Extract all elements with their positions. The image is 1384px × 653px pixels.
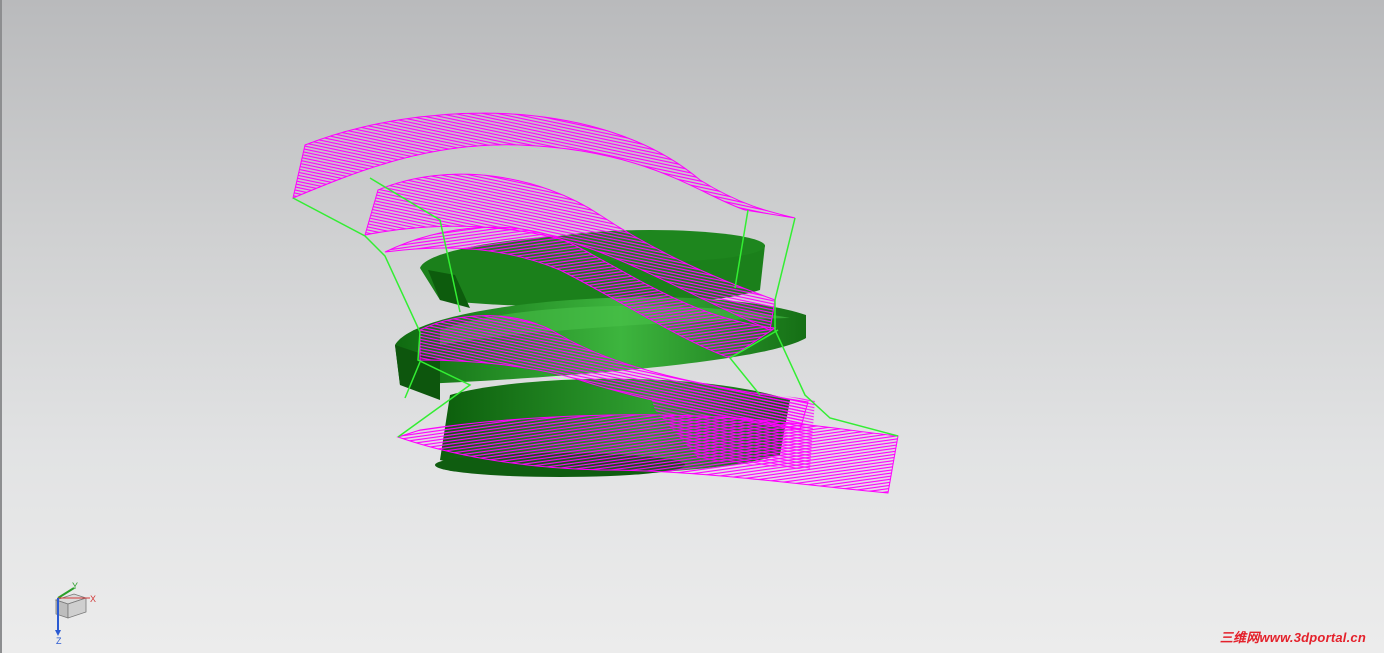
triad-x-label: X: [90, 594, 96, 604]
triad-y-label: Y: [72, 581, 78, 591]
watermark-text: 三维网www.3dportal.cn: [1219, 630, 1366, 645]
cam-model-view[interactable]: [0, 0, 1384, 653]
graphics-viewport[interactable]: Y X Z 三维网www.3dportal.cn: [0, 0, 1384, 653]
triad-z-label: Z: [56, 636, 62, 646]
view-triad[interactable]: Y X Z: [46, 580, 106, 646]
